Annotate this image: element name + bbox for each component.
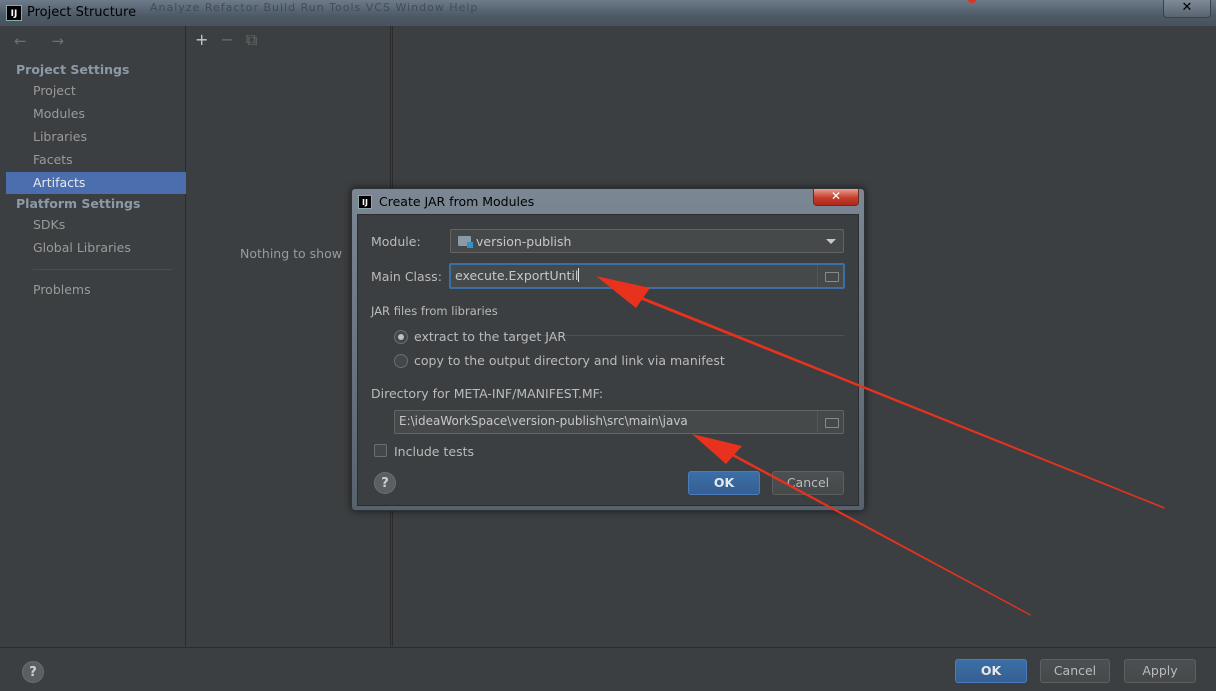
manifest-dir-value: E:\ideaWorkSpace\version-publish\src\mai… [399, 414, 688, 428]
dialog-body: Module: version-publish Main Class: exec… [357, 214, 859, 506]
module-label: Module: [371, 234, 421, 249]
create-jar-dialog: IJ Create JAR from Modules ✕ Module: ver… [351, 188, 865, 511]
folder-browse-icon[interactable] [817, 265, 843, 287]
project-settings-header: Project Settings [16, 62, 130, 77]
nav-item-project[interactable]: Project [6, 80, 186, 102]
include-tests-label[interactable]: Include tests [394, 444, 474, 459]
apply-button[interactable]: Apply [1124, 659, 1196, 683]
manifest-dir-label: Directory for META-INF/MANIFEST.MF: [371, 386, 604, 401]
intellij-icon: IJ [358, 195, 372, 209]
window-titlebar: IJ Project Structure Analyze Refactor Bu… [0, 0, 1216, 26]
main-class-input[interactable]: execute.ExportUntil [449, 263, 845, 289]
dialog-ok-button[interactable]: OK [688, 471, 760, 495]
add-icon[interactable]: + [195, 30, 208, 49]
copy-icon[interactable]: ⧉ [246, 30, 257, 50]
copy-radio-label[interactable]: copy to the output directory and link vi… [414, 353, 725, 368]
copy-radio[interactable] [394, 354, 408, 368]
background-menu-bar: Analyze Refactor Build Run Tools VCS Win… [150, 1, 479, 14]
manifest-dir-input[interactable]: E:\ideaWorkSpace\version-publish\src\mai… [394, 410, 844, 434]
ok-button[interactable]: OK [955, 659, 1027, 683]
artifacts-toolbar: + − ⧉ [195, 30, 269, 50]
nav-item-sdks[interactable]: SDKs [6, 214, 186, 236]
bottom-button-bar: ? OK Cancel Apply [0, 647, 1216, 691]
platform-settings-header: Platform Settings [16, 196, 141, 211]
empty-list-text: Nothing to show [240, 246, 342, 261]
notification-dot [968, 0, 976, 3]
dialog-title: Create JAR from Modules [379, 194, 535, 209]
nav-item-facets[interactable]: Facets [6, 149, 186, 171]
module-folder-icon [458, 236, 473, 248]
cancel-button[interactable]: Cancel [1040, 659, 1110, 683]
project-structure-nav: ← → Project Settings Project Modules Lib… [6, 26, 186, 646]
help-icon[interactable]: ? [22, 661, 44, 683]
nav-item-problems[interactable]: Problems [6, 279, 186, 301]
main-class-label: Main Class: [371, 269, 442, 284]
dialog-help-icon[interactable]: ? [374, 472, 396, 494]
folder-browse-icon[interactable] [817, 411, 843, 433]
module-combobox[interactable]: version-publish [450, 229, 844, 253]
nav-item-global-libraries[interactable]: Global Libraries [6, 237, 186, 259]
remove-icon[interactable]: − [220, 30, 233, 49]
nav-item-modules[interactable]: Modules [6, 103, 186, 125]
nav-item-artifacts[interactable]: Artifacts [6, 172, 186, 194]
dialog-cancel-button[interactable]: Cancel [772, 471, 844, 495]
include-tests-checkbox[interactable] [374, 444, 387, 457]
extract-radio[interactable] [394, 330, 408, 344]
main-class-value: execute.ExportUntil [455, 268, 580, 283]
extract-radio-label[interactable]: extract to the target JAR [414, 329, 566, 344]
window-close-button[interactable]: ✕ [1163, 0, 1211, 18]
dialog-close-button[interactable]: ✕ [813, 189, 859, 206]
window-title: Project Structure [27, 5, 137, 20]
module-value: version-publish [476, 234, 572, 249]
intellij-icon: IJ [6, 5, 22, 21]
back-forward-arrows[interactable]: ← → [14, 32, 74, 50]
jar-files-section-label: JAR files from libraries [371, 304, 498, 318]
nav-item-libraries[interactable]: Libraries [6, 126, 186, 148]
nav-divider [33, 269, 173, 270]
chevron-down-icon[interactable] [826, 239, 836, 244]
